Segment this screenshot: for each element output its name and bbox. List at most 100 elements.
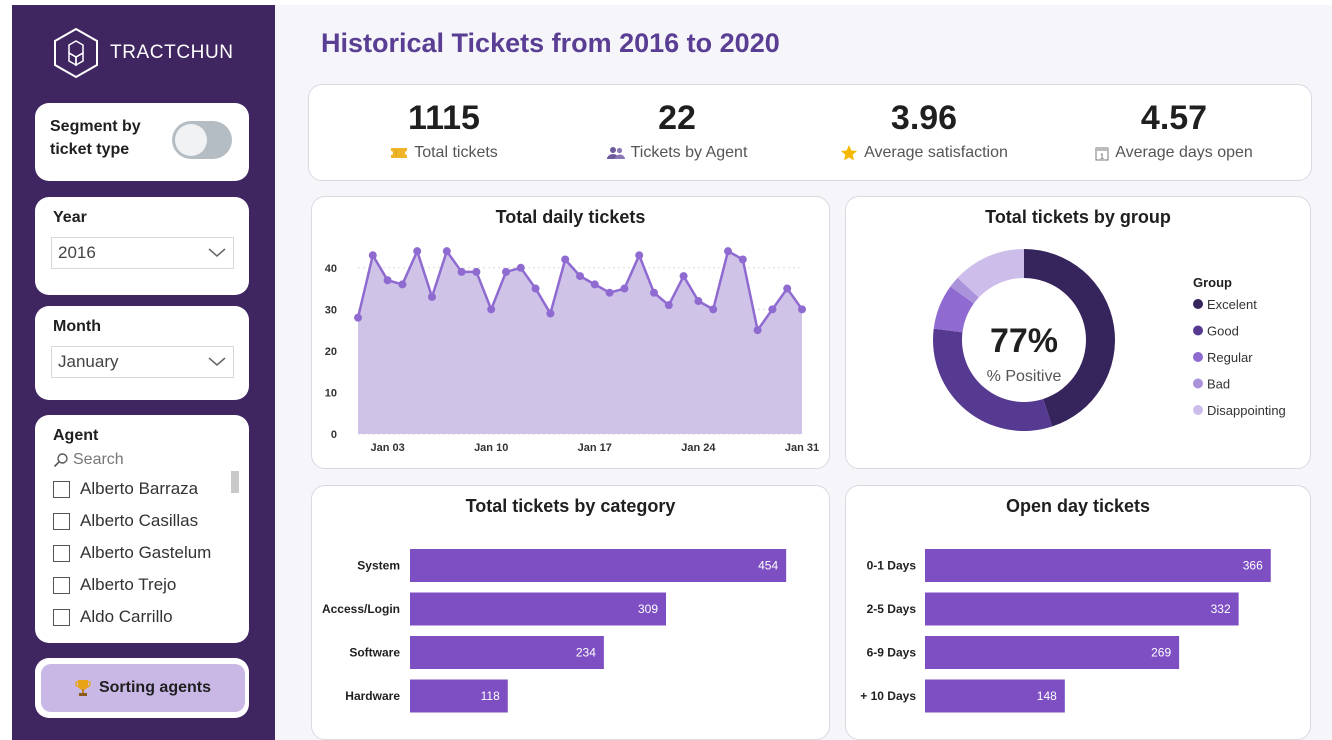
kpi-label: Tickets by Agent xyxy=(630,144,748,161)
agent-search[interactable]: Search xyxy=(53,451,124,469)
checkbox[interactable] xyxy=(53,608,70,626)
kpi-total-tickets: 1115 Total tickets xyxy=(334,99,554,162)
agent-name: Aldo Carrillo xyxy=(80,607,173,626)
agent-item[interactable]: Alberto Gastelum xyxy=(53,537,239,569)
cube-logo-icon xyxy=(54,27,98,79)
ticket-icon xyxy=(391,148,408,158)
checkbox[interactable] xyxy=(53,480,70,498)
legend-title: Group xyxy=(1193,275,1232,290)
data-point xyxy=(546,309,555,318)
checkbox[interactable] xyxy=(53,512,70,530)
bar xyxy=(410,549,787,582)
sorting-agents-label: Sorting agents xyxy=(98,679,211,696)
bar xyxy=(410,636,604,669)
category-tickets-chart: 454 System 309 Access/Login 234 Software 118 Ha… xyxy=(322,549,787,713)
data-point xyxy=(798,305,806,314)
trophy-icon xyxy=(75,680,91,696)
daily-tickets-panel: Total daily tickets 0 10 20 30 40 Jan 03 Jan 1… xyxy=(311,196,830,469)
data-point xyxy=(576,272,584,281)
kpi-label-row: 1 Average days open xyxy=(1064,144,1284,162)
data-point xyxy=(472,267,481,276)
center-value: 77% xyxy=(990,322,1058,360)
y-tick-label: 20 xyxy=(325,346,337,358)
data-point xyxy=(398,280,407,289)
bar-value-label: 332 xyxy=(1211,602,1231,616)
group-tickets-panel: Total tickets by group 77%% Positive Grou… xyxy=(845,196,1311,469)
brand-logo: TRACTCHUN xyxy=(52,25,234,81)
x-tick-label: Jan 17 xyxy=(578,442,612,454)
agent-item[interactable]: Aldo Carrillo xyxy=(53,601,239,633)
data-point xyxy=(590,280,599,289)
data-point xyxy=(650,288,658,297)
data-point xyxy=(605,288,614,297)
category-label: Access/Login xyxy=(322,602,400,616)
x-tick-label: Jan 24 xyxy=(681,442,716,454)
open-day-chart: 366 0-1 Days 332 2-5 Days 269 6-9 Days 148 + 10… xyxy=(860,549,1271,713)
category-label: + 10 Days xyxy=(860,689,916,703)
kpi-label: Average satisfaction xyxy=(864,144,1008,161)
legend-label: Bad xyxy=(1207,377,1230,392)
category-label: 6-9 Days xyxy=(867,646,917,660)
bar-value-label: 269 xyxy=(1151,646,1171,660)
data-point xyxy=(457,267,466,276)
data-point xyxy=(635,251,644,260)
sorting-agents-button[interactable]: Sorting agents xyxy=(41,664,245,712)
month-value: January xyxy=(58,352,119,371)
data-point xyxy=(664,301,673,310)
bar-value-label: 366 xyxy=(1243,559,1263,573)
bar xyxy=(925,636,1180,669)
legend-label: Regular xyxy=(1207,350,1253,365)
kpi-average-days-open: 4.57 1 Average days open xyxy=(1064,99,1284,162)
kpi-label: Total tickets xyxy=(414,144,498,161)
data-point xyxy=(783,284,792,293)
bar-value-label: 234 xyxy=(576,646,596,660)
agent-slicer: Agent Search Alberto Barraza Alberto Cas… xyxy=(35,415,249,643)
kpi-value: 1115 xyxy=(408,99,480,137)
brand-name: TRACTCHUN xyxy=(110,42,234,63)
agent-item[interactable]: Alberto Trejo xyxy=(53,569,239,601)
agent-name: Alberto Casillas xyxy=(80,511,199,530)
bar-value-label: 118 xyxy=(481,689,500,703)
data-point xyxy=(709,305,718,314)
year-title: Year xyxy=(53,209,87,226)
legend-marker xyxy=(1193,299,1203,309)
segment-toggle[interactable] xyxy=(172,121,232,159)
year-dropdown[interactable]: 2016 xyxy=(51,237,234,269)
x-tick-label: Jan 03 xyxy=(370,442,404,454)
month-slicer: Month January xyxy=(35,306,249,400)
y-tick-label: 0 xyxy=(331,429,337,441)
kpi-label-row: Total tickets xyxy=(334,144,554,162)
agent-item[interactable]: Alberto Casillas xyxy=(53,505,239,537)
toggle-knob xyxy=(175,124,207,156)
agent-name: Alberto Trejo xyxy=(80,575,177,594)
month-dropdown[interactable]: January xyxy=(51,346,234,378)
data-point xyxy=(383,276,392,285)
sorting-card: Sorting agents xyxy=(35,658,249,718)
agent-item[interactable]: Alberto Barraza xyxy=(53,473,239,505)
year-slicer: Year 2016 xyxy=(35,197,249,295)
category-tickets-panel: Total tickets by category 454 System 309 Ac… xyxy=(311,485,830,740)
sidebar: TRACTCHUN Segment by ticket type Year 20… xyxy=(12,5,275,740)
calendar-icon: 1 xyxy=(1095,147,1109,160)
svg-text:1: 1 xyxy=(1100,153,1104,160)
category-label: Hardware xyxy=(345,689,400,703)
legend-marker xyxy=(1193,325,1203,336)
chevron-down-icon xyxy=(208,248,226,257)
legend-marker xyxy=(1193,352,1203,362)
data-point xyxy=(620,284,629,293)
bar xyxy=(925,549,1271,582)
data-point xyxy=(679,272,688,281)
x-tick-label: Jan 31 xyxy=(785,442,819,454)
people-icon xyxy=(606,147,625,159)
data-point xyxy=(768,305,777,314)
checkbox[interactable] xyxy=(53,576,70,594)
legend-label: Disappointing xyxy=(1207,403,1286,418)
kpi-value: 3.96 xyxy=(890,99,958,137)
kpi-label: Average days open xyxy=(1115,144,1253,161)
kpi-label-row: Tickets by Agent xyxy=(567,144,787,162)
kpi-panel: 1115 Total tickets 22 Tickets by Agent 3… xyxy=(308,84,1312,181)
category-label: System xyxy=(357,559,400,573)
data-point xyxy=(753,326,762,335)
checkbox[interactable] xyxy=(53,544,70,562)
y-tick-label: 40 xyxy=(325,263,337,275)
